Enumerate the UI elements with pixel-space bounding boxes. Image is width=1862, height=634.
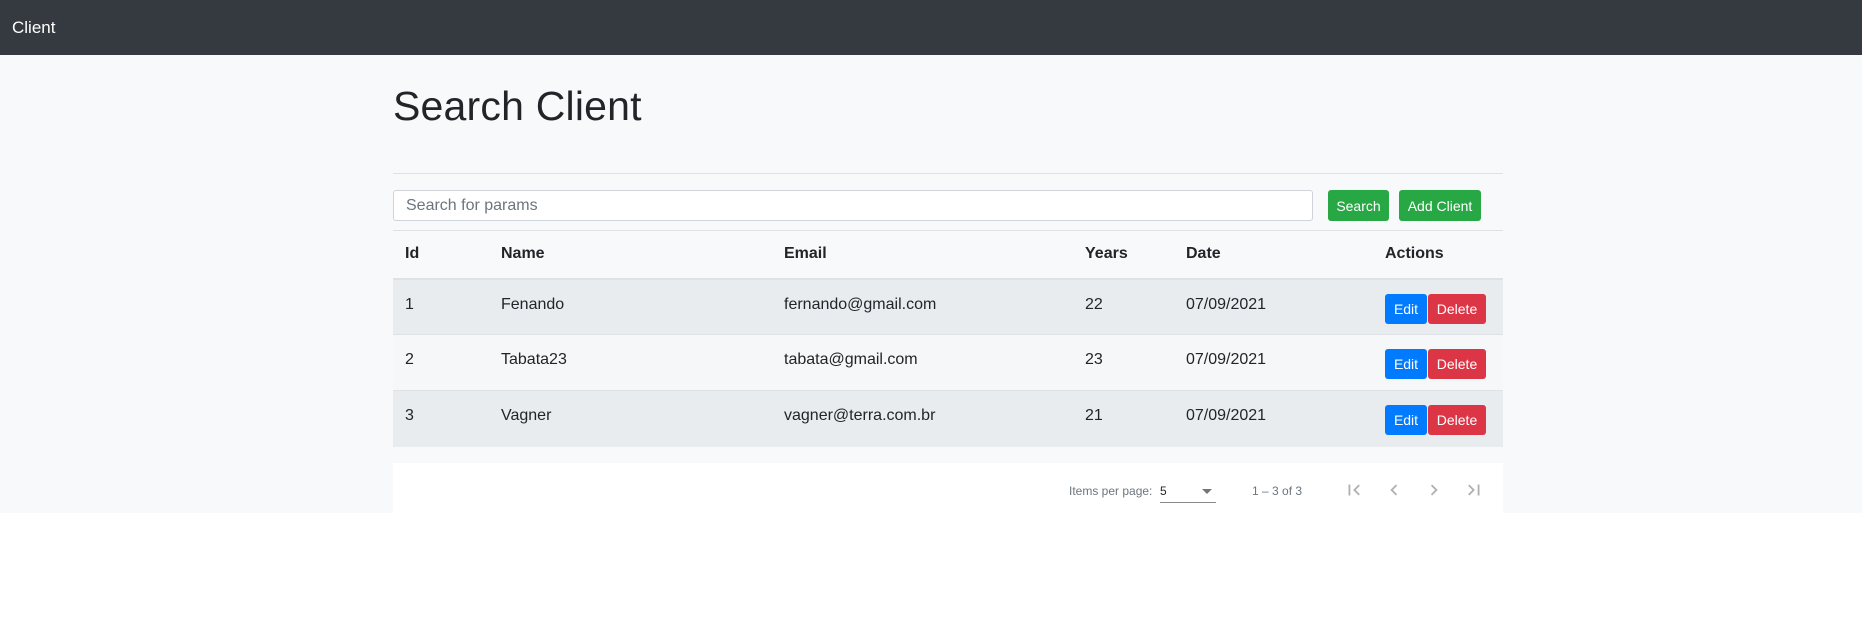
cell-years: 21 <box>1085 407 1103 424</box>
paginator: Items per page: 5 1 – 3 of 3 <box>393 462 1503 519</box>
cell-years: 23 <box>1085 351 1103 368</box>
items-per-page-label: Items per page: <box>1069 483 1153 498</box>
cell-name: Vagner <box>501 407 552 424</box>
cell-actions: Edit Delete <box>1373 335 1503 391</box>
cell-id: 2 <box>405 351 414 368</box>
cell-years: 22 <box>1085 295 1103 313</box>
page-range-label: 1 – 3 of 3 <box>1252 483 1303 498</box>
page-size-select[interactable]: 5 <box>1160 476 1216 503</box>
cell-email: vagner@terra.com.br <box>784 407 936 424</box>
navbar: Client <box>0 0 1862 55</box>
cell-actions: Edit Delete <box>1373 279 1503 335</box>
header-email: Email <box>784 245 827 263</box>
container: Search Client Search Add Client Id Name … <box>393 55 1503 519</box>
cell-date: 07/09/2021 <box>1186 351 1267 368</box>
cell-id: 1 <box>405 295 414 313</box>
next-page-icon[interactable] <box>1423 479 1445 501</box>
first-page-icon[interactable] <box>1343 479 1365 501</box>
table-row: 2 Tabata23 tabata@gmail.com 23 07/09/202… <box>393 334 1503 391</box>
delete-button[interactable]: Delete <box>1428 293 1486 324</box>
table-row: 1 Fenando fernando@gmail.com 22 07/09/20… <box>393 278 1503 335</box>
header-actions: Actions <box>1385 245 1444 263</box>
delete-button[interactable]: Delete <box>1428 349 1486 379</box>
edit-button[interactable]: Edit <box>1385 349 1427 379</box>
last-page-icon[interactable] <box>1463 479 1485 501</box>
header-years: Years <box>1085 245 1128 263</box>
cell-email: fernando@gmail.com <box>784 295 937 313</box>
prev-page-icon[interactable] <box>1383 479 1405 501</box>
search-bar: Search Add Client <box>393 174 1503 230</box>
cell-email: tabata@gmail.com <box>784 351 918 368</box>
search-button[interactable]: Search <box>1328 190 1389 221</box>
edit-button[interactable]: Edit <box>1385 405 1427 435</box>
table-header-row: Id Name Email Years Date Actions <box>393 230 1503 279</box>
header-name: Name <box>501 245 545 263</box>
cell-date: 07/09/2021 <box>1186 295 1267 313</box>
cell-name: Fenando <box>501 295 565 313</box>
cell-name: Tabata23 <box>501 351 567 368</box>
client-table: Id Name Email Years Date Actions 1 Fenan… <box>393 230 1503 447</box>
table-row: 3 Vagner vagner@terra.com.br 21 07/09/20… <box>393 390 1503 447</box>
delete-button[interactable]: Delete <box>1428 405 1486 435</box>
cell-id: 3 <box>405 407 414 424</box>
main-content: Search Client Search Add Client Id Name … <box>0 55 1862 519</box>
navbar-brand[interactable]: Client <box>12 18 55 38</box>
chevron-down-icon <box>1202 488 1212 494</box>
header-id: Id <box>405 245 420 263</box>
page-size-value: 5 <box>1160 483 1167 498</box>
cell-actions: Edit Delete <box>1373 391 1503 447</box>
search-input[interactable] <box>393 190 1313 221</box>
header-date: Date <box>1186 245 1221 263</box>
add-client-button[interactable]: Add Client <box>1399 190 1481 221</box>
cell-date: 07/09/2021 <box>1186 407 1267 424</box>
page-title: Search Client <box>393 83 642 129</box>
edit-button[interactable]: Edit <box>1385 293 1427 324</box>
